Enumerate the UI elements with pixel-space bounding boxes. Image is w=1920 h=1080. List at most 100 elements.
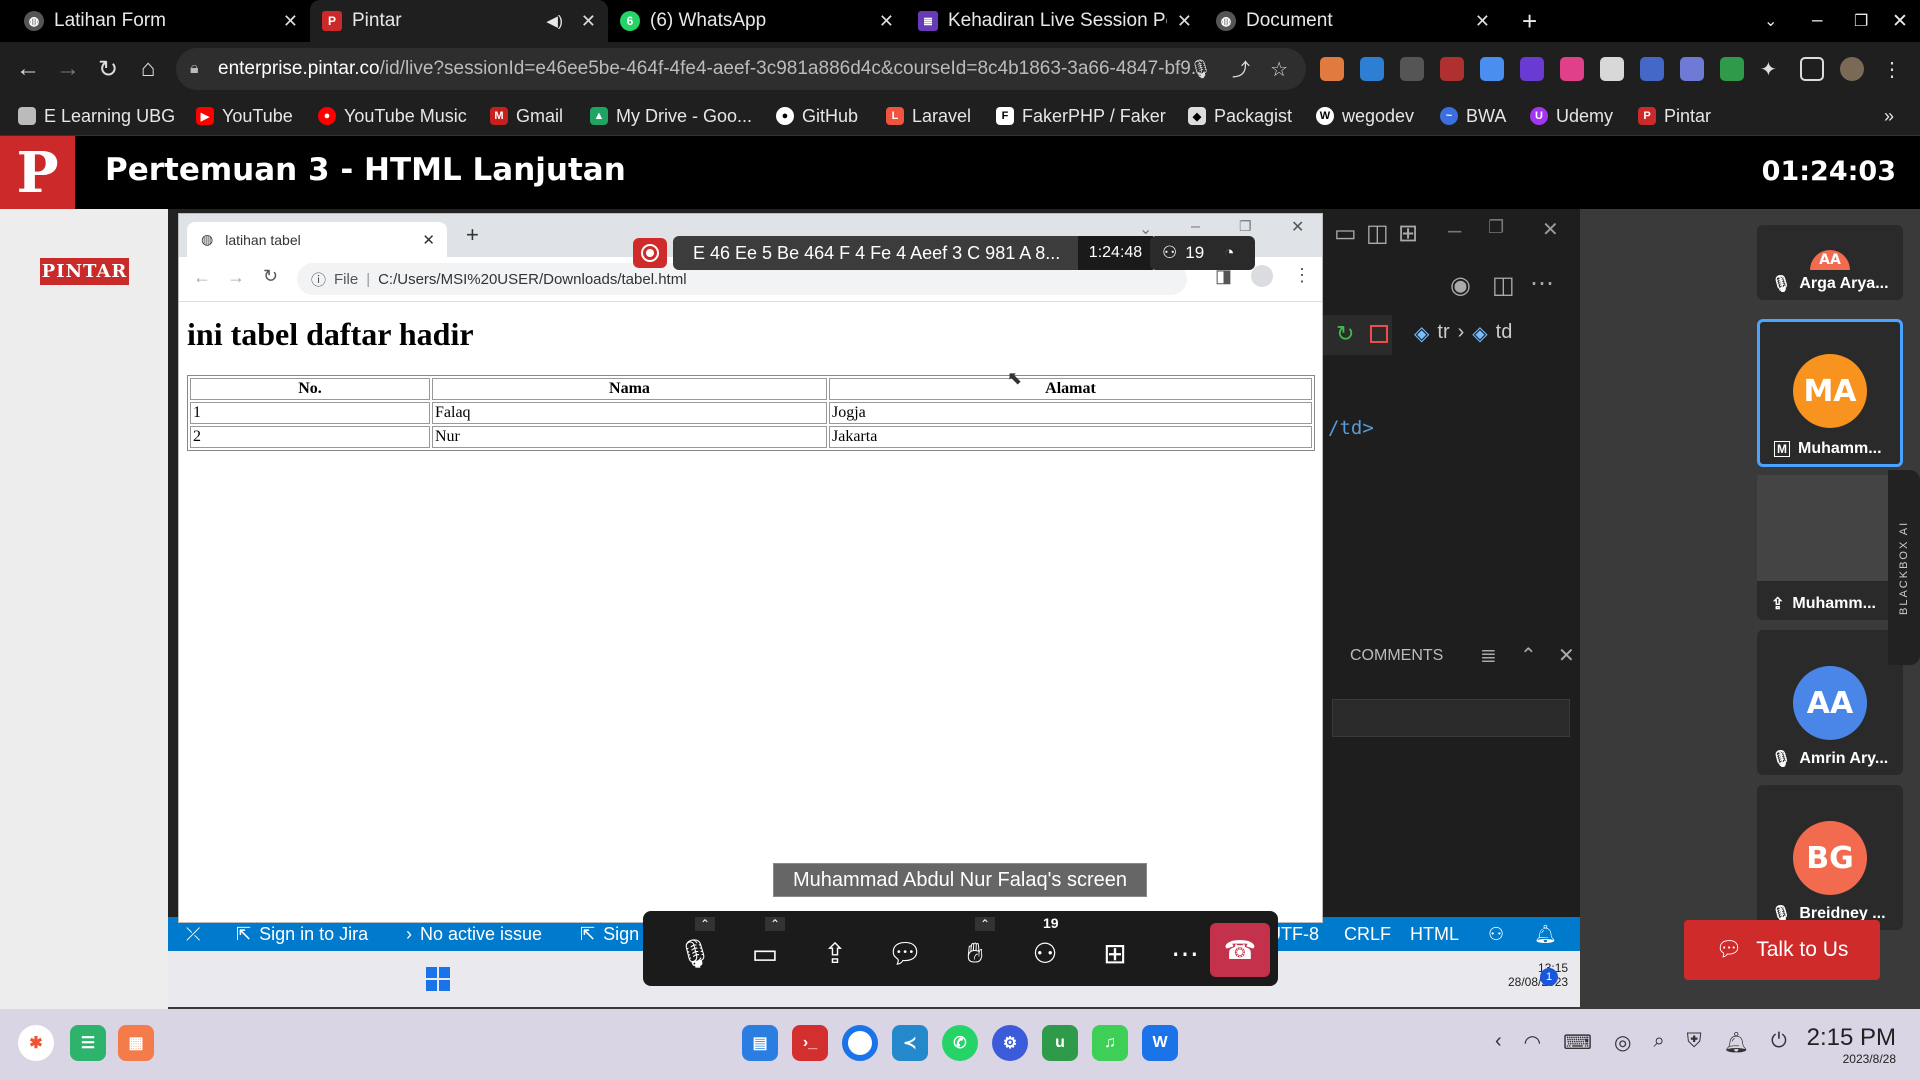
- camera-off-icon[interactable]: ▭: [747, 935, 783, 971]
- bookmark-item[interactable]: ~ BWA: [1440, 102, 1506, 130]
- search-icon[interactable]: ⌕: [1653, 1030, 1664, 1055]
- accessibility-icon[interactable]: ◎: [1614, 1030, 1631, 1055]
- restore-icon[interactable]: ❐: [1842, 0, 1880, 42]
- upwork-icon[interactable]: u: [1042, 1025, 1078, 1061]
- bookmark-item[interactable]: F FakerPHP / Faker: [996, 102, 1166, 130]
- chat-icon[interactable]: 💬︎: [887, 935, 923, 971]
- bookmark-item[interactable]: E Learning UBG: [18, 102, 175, 130]
- apps-grid-icon[interactable]: ⊞: [1097, 935, 1133, 971]
- menu-icon[interactable]: ⋮: [1882, 57, 1906, 81]
- minimize-icon[interactable]: –: [1800, 0, 1835, 42]
- share-screen-icon[interactable]: ⇪: [817, 935, 853, 971]
- close-icon[interactable]: ✕: [1475, 11, 1490, 32]
- more-icon[interactable]: ⋯: [1167, 935, 1203, 971]
- extension-icon[interactable]: [1520, 57, 1544, 81]
- address-bar[interactable]: 🔒︎ enterprise.pintar.co/id/live?sessionI…: [176, 48, 1306, 90]
- share-icon[interactable]: ⤴: [1232, 56, 1250, 82]
- files-manager-icon[interactable]: ▤: [742, 1025, 778, 1061]
- settings-icon[interactable]: ⚙: [992, 1025, 1028, 1061]
- tab-kehadiran[interactable]: ≣ Kehadiran Live Session Pe ✕: [906, 0, 1204, 42]
- wps-icon[interactable]: W: [1142, 1025, 1178, 1061]
- more-bookmarks-button[interactable]: »: [1884, 102, 1894, 130]
- forward-icon[interactable]: →: [52, 53, 84, 85]
- bookmark-star-icon[interactable]: ☆: [1270, 57, 1288, 82]
- chevron-up-icon[interactable]: ⌃: [765, 917, 785, 931]
- close-icon[interactable]: ✕: [283, 11, 298, 32]
- extension-icon[interactable]: [1560, 57, 1584, 81]
- extension-icon[interactable]: [1680, 57, 1704, 81]
- extension-icon[interactable]: [1440, 57, 1464, 81]
- bookmark-item[interactable]: ● GitHub: [776, 102, 858, 130]
- bell-icon[interactable]: 🔔︎: [1724, 1030, 1749, 1055]
- avatar: MA: [1793, 354, 1867, 428]
- tab-pintar[interactable]: P Pintar ◀) ✕: [310, 0, 608, 42]
- mic-icon[interactable]: 🎙︎: [1189, 59, 1212, 80]
- participant-tile[interactable]: ⇪ Muhamm...: [1757, 475, 1903, 620]
- bookmark-item[interactable]: ▲ My Drive - Goo...: [590, 102, 752, 130]
- participant-counter[interactable]: ⚇ 19 ◔: [1150, 236, 1255, 270]
- tab-search-icon[interactable]: ⌄: [1752, 0, 1789, 42]
- bookmark-item[interactable]: ● YouTube Music: [318, 102, 467, 130]
- extension-icon[interactable]: [1720, 57, 1744, 81]
- chrome-icon[interactable]: [842, 1025, 878, 1061]
- extension-icon[interactable]: [1400, 57, 1424, 81]
- extension-icon[interactable]: [1320, 57, 1344, 81]
- pintar-icon: P: [322, 11, 342, 31]
- bookmark-item[interactable]: L Laravel: [886, 102, 971, 130]
- participant-tile-active[interactable]: MA M Muhamm...: [1757, 319, 1903, 467]
- chevron-up-icon[interactable]: ⌃: [695, 917, 715, 931]
- raise-hand-icon[interactable]: ✋︎: [957, 935, 993, 971]
- bookmark-item[interactable]: P Pintar: [1638, 102, 1711, 130]
- tab-document[interactable]: ◍ Document ✕: [1204, 0, 1502, 42]
- blackbox-ai-tab[interactable]: BLACKBOX AI: [1888, 470, 1920, 665]
- participant-tile[interactable]: BG 🎙︎ Breidney ...: [1757, 785, 1903, 930]
- music-icon[interactable]: ♫: [1092, 1025, 1128, 1061]
- files-icon[interactable]: ☰: [70, 1025, 106, 1061]
- wifi-icon[interactable]: ◠: [1524, 1030, 1541, 1055]
- side-panel-icon[interactable]: [1800, 57, 1824, 81]
- participant-tile[interactable]: AA 🎙︎ Arga Arya...: [1757, 225, 1903, 300]
- chevron-up-icon[interactable]: ⌃: [975, 917, 995, 931]
- extension-icon[interactable]: [1600, 57, 1624, 81]
- keyboard-icon[interactable]: ⌨: [1563, 1030, 1592, 1055]
- close-icon[interactable]: ✕: [581, 11, 596, 32]
- speaker-icon[interactable]: ◀): [546, 12, 563, 30]
- power-icon[interactable]: ⏻: [1771, 1030, 1787, 1055]
- bookmark-item[interactable]: Wwegodev: [1316, 102, 1414, 130]
- shared-clock: 13:15 28/08/2023: [1508, 961, 1569, 989]
- chevron-left-icon[interactable]: ‹: [1495, 1030, 1502, 1055]
- bookmark-item[interactable]: ▶ YouTube: [196, 102, 293, 130]
- system-clock[interactable]: 2:15 PM 2023/8/28: [1807, 1024, 1896, 1066]
- tab-latihan-form[interactable]: ◍ Latihan Form ✕: [12, 0, 310, 42]
- participant-tile[interactable]: AA 🎙︎ Amrin Ary...: [1757, 630, 1903, 775]
- bookmark-item[interactable]: ◆ Packagist: [1188, 102, 1292, 130]
- whatsapp-icon[interactable]: ✆: [942, 1025, 978, 1061]
- home-icon[interactable]: ⌂: [132, 53, 164, 85]
- avatar[interactable]: [1840, 57, 1864, 81]
- close-icon[interactable]: ✕: [879, 11, 894, 32]
- terminal-icon[interactable]: ›_: [792, 1025, 828, 1061]
- window-close-icon[interactable]: ✕: [1880, 0, 1920, 42]
- puzzle-icon[interactable]: ✦: [1760, 57, 1784, 81]
- participants-icon[interactable]: ⚇: [1027, 935, 1063, 971]
- table-cell: Nur: [432, 426, 827, 448]
- vscode-icon[interactable]: ≺: [892, 1025, 928, 1061]
- bookmark-item[interactable]: M Gmail: [490, 102, 563, 130]
- extension-icon[interactable]: [1360, 57, 1384, 81]
- tab-whatsapp[interactable]: 6 (6) WhatsApp ✕: [608, 0, 906, 42]
- reload-icon[interactable]: ↻: [92, 53, 124, 85]
- apps-icon[interactable]: ▦: [118, 1025, 154, 1061]
- close-icon[interactable]: ✕: [1177, 11, 1192, 32]
- talk-to-us-button[interactable]: 💬︎ Talk to Us: [1684, 920, 1880, 980]
- extension-icon[interactable]: [1480, 57, 1504, 81]
- github-icon: ●: [776, 107, 794, 125]
- feedback-icon: ⚇: [1488, 923, 1505, 944]
- new-tab-button[interactable]: +: [1510, 0, 1549, 42]
- back-icon[interactable]: ←: [12, 53, 44, 85]
- bookmark-item[interactable]: U Udemy: [1530, 102, 1613, 130]
- mic-off-icon[interactable]: 🎙︎: [677, 935, 713, 971]
- launcher-icon[interactable]: ✱: [18, 1025, 54, 1061]
- leave-call-button[interactable]: ☎︎: [1210, 923, 1270, 977]
- shield-icon[interactable]: ⛨: [1687, 1030, 1702, 1055]
- extension-icon[interactable]: [1640, 57, 1664, 81]
